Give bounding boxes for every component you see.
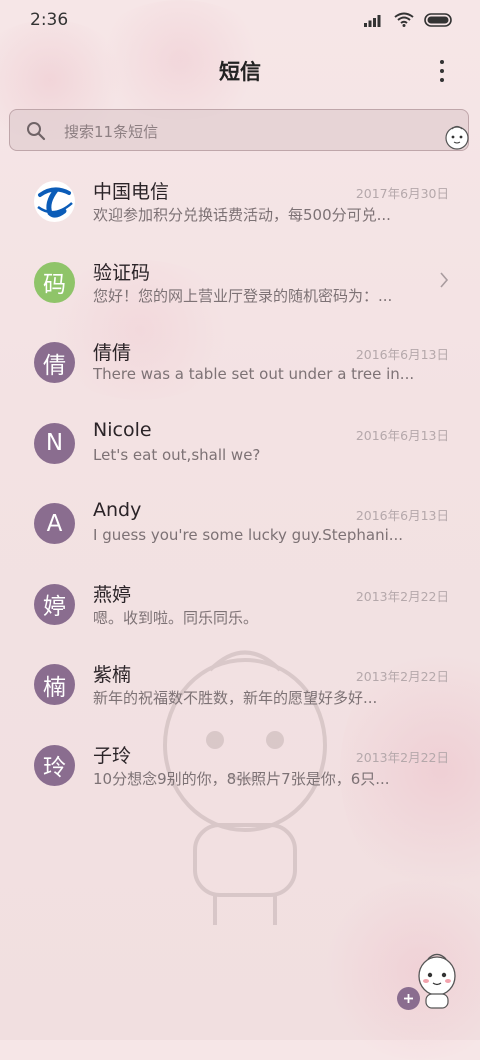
message-preview: 嗯。收到啦。同乐同乐。 [93, 608, 259, 627]
status-bar: 2:36 [0, 0, 480, 44]
conversation-item[interactable]: N Nicole 2016年6月13日 Let's eat out,shall we? [0, 402, 480, 483]
contact-name: Nicole [93, 418, 152, 441]
message-preview: 新年的祝福数不胜数，新年的愿望好多好... [93, 689, 378, 707]
wifi-icon [394, 12, 414, 27]
contact-avatar: N [34, 422, 75, 464]
message-date: 2016年6月13日 [355, 427, 449, 443]
contact-name: 子玲 [93, 744, 132, 767]
contact-avatar: 婷 [34, 583, 75, 625]
contact-name: 中国电信 [93, 181, 170, 203]
chevron-right-icon [440, 271, 449, 288]
battery-icon [424, 12, 452, 27]
compose-button[interactable] [397, 987, 420, 1010]
contact-name: Andy [93, 499, 142, 521]
conversation-item[interactable]: 楠紫楠 2013年2月22日新年的祝福数不胜数，新年的愿望好多好... [0, 643, 480, 724]
contact-avatar: 玲 [34, 744, 75, 786]
contact-avatar: 码 [34, 261, 75, 303]
message-preview: 欢迎参加积分兑换话费活动，每500分可兑... [93, 206, 391, 224]
message-date: 2016年6月13日 [355, 347, 449, 362]
contact-name: 燕婷 [93, 583, 132, 606]
plus-icon [404, 994, 413, 1003]
message-preview: Let's eat out,shall we? [93, 445, 261, 464]
message-date: 2017年6月30日 [355, 186, 449, 201]
search-placeholder: 搜索11条短信 [64, 123, 159, 141]
more-options-button[interactable] [430, 56, 454, 86]
message-date: 2016年6月13日 [355, 508, 449, 523]
conversation-item[interactable]: 中国电信 2017年6月30日欢迎参加积分兑换话费活动，每500分可兑... [0, 160, 480, 241]
signal-icon [364, 14, 381, 27]
mascot-icon [445, 125, 469, 150]
status-icons [364, 12, 454, 27]
china-telecom-logo-icon [34, 181, 75, 222]
mascot-compose-icon [418, 953, 456, 1009]
message-date: 2013年2月22日 [355, 669, 449, 684]
conversation-list: 中国电信 2017年6月30日欢迎参加积分兑换话费活动，每500分可兑... 码验证… [0, 160, 480, 804]
contact-avatar: 楠 [34, 664, 75, 705]
conversation-item[interactable]: A Andy 2016年6月13日 I guess you're some lucky… [0, 482, 480, 563]
message-date: 2013年2月22日 [355, 749, 449, 765]
contact-name: 紫楠 [93, 664, 132, 686]
message-preview: 您好！您的网上营业厅登录的随机密码为：... [93, 286, 393, 305]
page-title: 短信 [219, 60, 261, 84]
contact-name: 倩倩 [93, 342, 132, 364]
search-icon [27, 122, 46, 141]
china-telecom-logo-avatar [34, 181, 75, 222]
app-header: 短信 [0, 44, 480, 100]
conversation-item[interactable]: 倩倩倩 2016年6月13日 There was a table set out u… [0, 321, 480, 402]
contact-avatar: 倩 [34, 342, 75, 383]
search-input[interactable]: 搜索11条短信 [9, 109, 469, 151]
conversation-item[interactable]: 玲子玲 2013年2月22日 10分想念9别的你，8张照片7张是你，6只... [0, 724, 480, 805]
message-date: 2013年2月22日 [355, 588, 449, 604]
contact-avatar: A [34, 503, 75, 544]
status-time: 2:36 [30, 10, 69, 30]
message-preview: 10分想念9别的你，8张照片7张是你，6只... [93, 769, 390, 788]
contact-name: 验证码 [93, 261, 151, 284]
more-vertical-icon [440, 60, 444, 64]
message-preview: I guess you're some lucky guy.Stephani..… [93, 526, 404, 544]
conversation-item[interactable]: 码验证码您好！您的网上营业厅登录的随机密码为：... [0, 241, 480, 322]
message-preview: There was a table set out under a tree i… [93, 365, 413, 383]
conversation-item[interactable]: 婷燕婷 2013年2月22日嗯。收到啦。同乐同乐。 [0, 563, 480, 644]
